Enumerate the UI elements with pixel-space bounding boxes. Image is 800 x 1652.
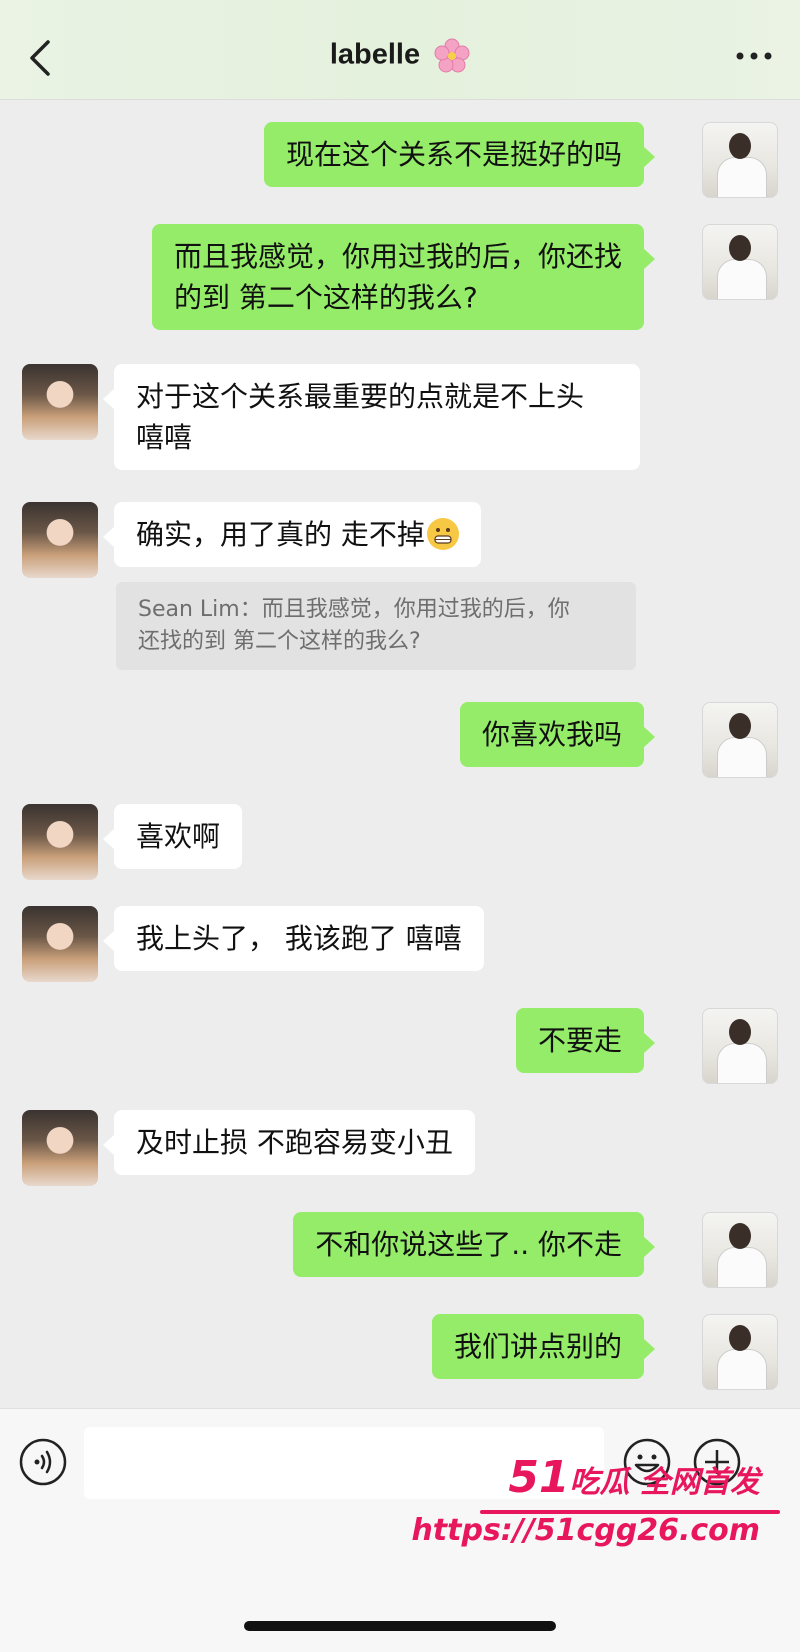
message-text: 我们讲点别的 [453,1330,622,1363]
message-bubble-received[interactable]: 及时止损 不跑容易变小丑 [103,1110,475,1175]
watermark-url: https://51cgg26.com [411,1513,760,1548]
contact-name: labelle [329,38,421,71]
contact-avatar[interactable] [22,804,98,880]
message-text-line: 对于这个关系最重要的点就是不上头 [136,380,585,413]
grimace-emoji-icon [426,518,459,550]
message-text: 不要走 [537,1024,622,1057]
quoted-message[interactable]: Sean Lim：而且我感觉，你用过我的后，你 还找的到 第二个这样的我么? [116,582,636,670]
quote-text-line: Sean Lim：而且我感觉，你用过我的后，你 [138,597,570,622]
watermark-slogan: 吃瓜 全网首发 [569,1465,760,1500]
cherry-blossom-icon [434,38,470,73]
quote-text-line: 还找的到 第二个这样的我么? [138,629,421,654]
watermark-underline [480,1510,780,1514]
contact-avatar[interactable] [22,1110,98,1186]
message-bubble-sent[interactable]: 不和你说这些了.. 你不走 [293,1212,655,1277]
message-text: 我上头了， 我该跑了 嘻嘻 [136,922,462,955]
watermark-brand: 51吃瓜 全网首发 [411,1456,760,1503]
message-bubble-sent[interactable]: 我们讲点别的 [431,1314,656,1379]
message-bubble-received[interactable]: 喜欢啊 [102,804,243,869]
watermark: 51吃瓜 全网首发 https://51cgg26.com [411,1456,760,1553]
chat-header: labelle [0,0,800,100]
message-bubble-sent[interactable]: 而且我感觉，你用过我的后，你还找 的到 第二个这样的我么? [151,224,656,330]
contact-avatar[interactable] [22,906,98,982]
my-avatar[interactable] [702,1314,778,1390]
chat-title: labelle [0,38,800,74]
message-bubble-sent[interactable]: 你喜欢我吗 [459,702,656,767]
message-text: 及时止损 不跑容易变小丑 [136,1126,453,1159]
my-avatar[interactable] [702,224,778,300]
my-avatar[interactable] [702,702,778,778]
watermark-number: 51 [508,1452,570,1503]
message-text: 不和你说这些了.. 你不走 [315,1228,622,1261]
message-bubble-received[interactable]: 对于这个关系最重要的点就是不上头 嘻嘻 [103,364,640,470]
more-options-icon[interactable] [734,46,774,66]
message-text: 确实，用了真的 走不掉 [136,518,425,551]
voice-input-icon[interactable] [18,1437,68,1487]
my-avatar[interactable] [702,1008,778,1084]
my-avatar[interactable] [702,1212,778,1288]
message-text: 喜欢啊 [136,820,221,853]
message-text: 你喜欢我吗 [481,718,622,751]
message-bubble-received[interactable]: 我上头了， 我该跑了 嘻嘻 [103,906,484,971]
home-indicator [244,1621,556,1631]
contact-avatar[interactable] [22,364,98,440]
my-avatar[interactable] [702,122,778,198]
message-text-line: 而且我感觉，你用过我的后，你还找 [173,240,622,273]
message-bubble-sent[interactable]: 现在这个关系不是挺好的吗 [263,122,656,187]
message-bubble-received[interactable]: 确实，用了真的 走不掉 [103,502,481,567]
contact-avatar[interactable] [22,502,98,578]
message-text: 现在这个关系不是挺好的吗 [285,138,622,171]
message-bubble-sent[interactable]: 不要走 [515,1008,656,1073]
message-text-line: 的到 第二个这样的我么? [173,281,478,314]
message-text-line: 嘻嘻 [136,421,193,454]
